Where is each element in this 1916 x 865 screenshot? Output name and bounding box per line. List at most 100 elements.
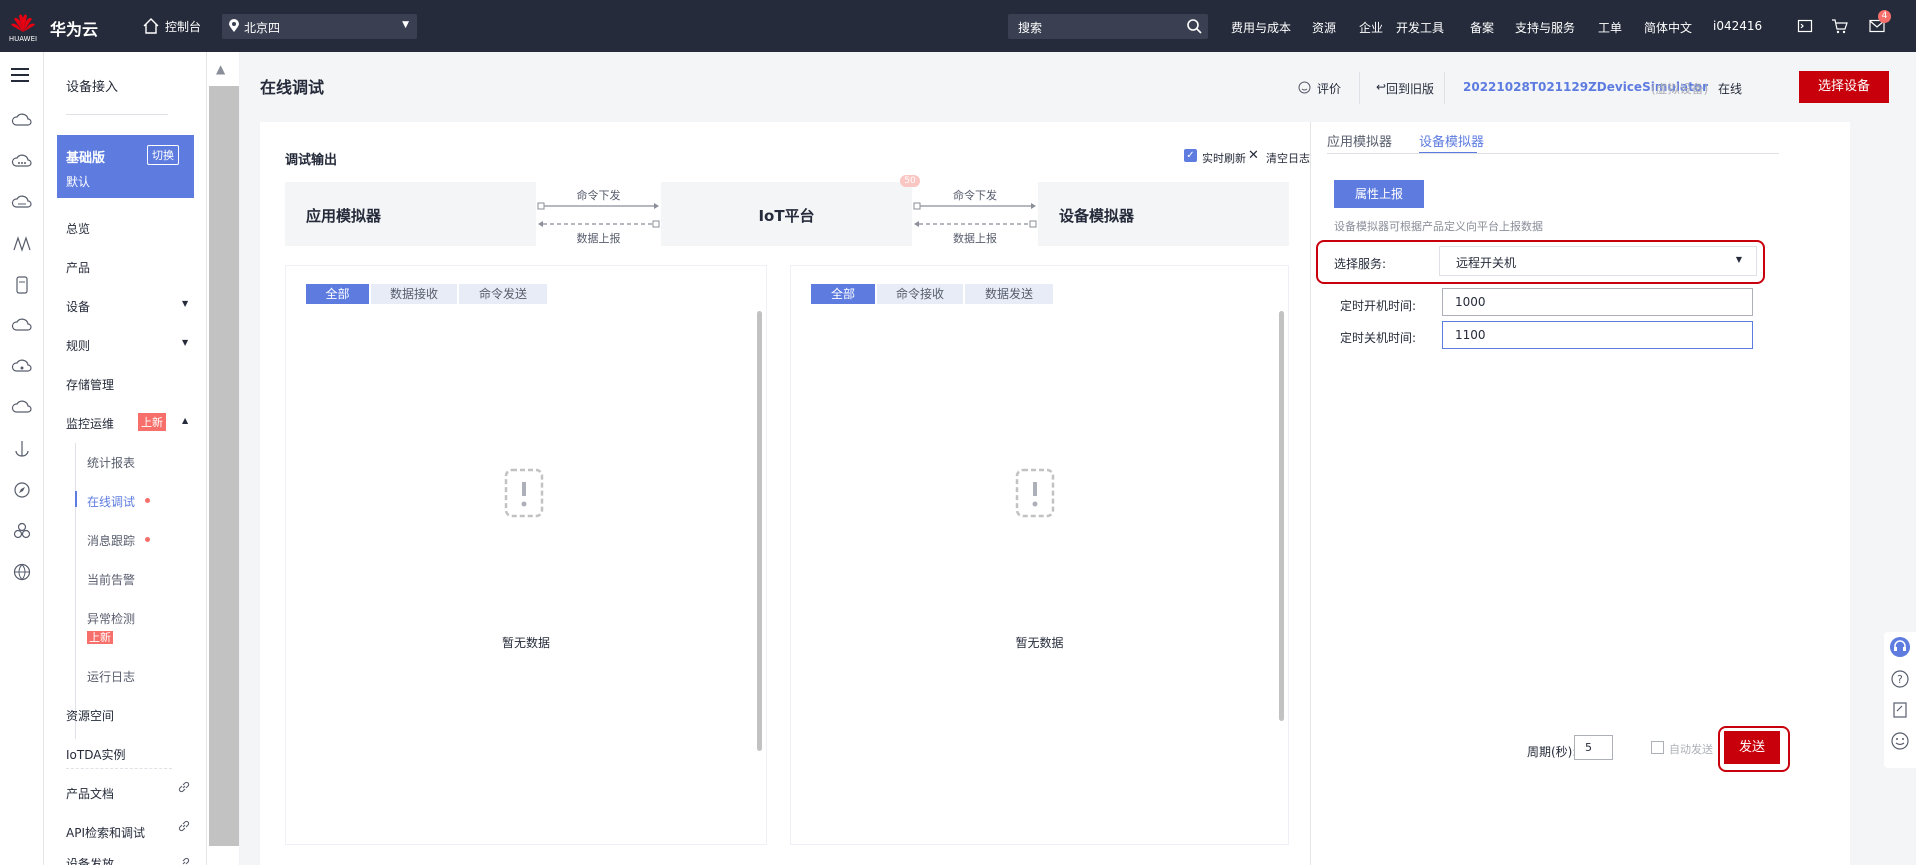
region-label: 北京四	[244, 21, 281, 35]
global-search-input[interactable]: 搜索	[1008, 14, 1208, 39]
sidebar-item-run-logs[interactable]: 运行日志	[87, 668, 135, 685]
empty-state-icon	[504, 468, 544, 518]
link-icon[interactable]	[178, 820, 190, 832]
cloud-sync-icon[interactable]	[11, 397, 33, 419]
device-log-panel: 全部 命令接收 数据发送 暂无数据	[790, 265, 1289, 845]
cloud-server-icon[interactable]	[11, 110, 33, 132]
empty-state-text: 暂无数据	[1015, 636, 1064, 650]
realtime-refresh-checkbox[interactable]: ✓	[1184, 149, 1197, 162]
tab-app-simulator[interactable]: 应用模拟器	[1327, 131, 1392, 150]
nav-filing[interactable]: 备案	[1470, 19, 1494, 36]
nav-language[interactable]: 简体中文	[1644, 19, 1692, 36]
anchor-icon[interactable]	[11, 438, 33, 460]
cluster-icon[interactable]	[11, 520, 33, 542]
chevron-down-icon[interactable]: ▼	[182, 338, 188, 347]
data-up-label: 数据上报	[953, 232, 997, 245]
nav-enterprise[interactable]: 企业	[1359, 19, 1383, 36]
chevron-down-icon[interactable]: ▼	[182, 299, 188, 308]
nav-cost[interactable]: 费用与成本	[1231, 19, 1291, 36]
cart-icon[interactable]	[1831, 18, 1848, 34]
network-icon[interactable]	[11, 233, 33, 255]
home-icon[interactable]	[142, 17, 160, 35]
sidebar-item-online-debug[interactable]: 在线调试	[87, 493, 135, 510]
new-badge: 上新	[138, 413, 166, 431]
help-icon[interactable]: ?	[1890, 669, 1910, 689]
close-icon[interactable]: ✕	[1248, 148, 1259, 163]
sidebar-item-api-explorer[interactable]: API检索和调试	[66, 824, 145, 841]
period-label: 周期(秒):	[1527, 745, 1577, 759]
sidebar-item-anomaly-detection[interactable]: 异常检测上新	[87, 610, 145, 647]
search-icon[interactable]	[1186, 18, 1202, 34]
nav-dev-tools[interactable]: 开发工具	[1396, 19, 1444, 36]
timer-on-input[interactable]: 1000	[1442, 288, 1753, 316]
nav-account[interactable]: i042416	[1713, 19, 1762, 33]
cloud-monitor-icon[interactable]	[11, 356, 33, 378]
switch-edition-button[interactable]: 切换	[147, 145, 179, 165]
link-icon[interactable]	[178, 857, 190, 865]
nav-resources[interactable]: 资源	[1312, 19, 1336, 36]
tab-device-simulator[interactable]: 设备模拟器	[1419, 131, 1484, 150]
console-link[interactable]: 控制台	[165, 18, 201, 35]
sidebar-item-storage[interactable]: 存储管理	[66, 376, 114, 393]
select-service-label: 选择服务:	[1334, 257, 1387, 271]
nav-ticket[interactable]: 工单	[1598, 19, 1622, 36]
app-simulator-node: 应用模拟器	[285, 182, 536, 246]
smile-icon[interactable]	[1298, 81, 1311, 94]
select-device-button[interactable]: 选择设备	[1799, 71, 1889, 103]
log-scrollbar[interactable]	[757, 311, 762, 751]
chevron-up-icon[interactable]: ▲	[182, 416, 188, 425]
tab-data-receive[interactable]: 数据接收	[371, 284, 457, 304]
chevron-up-icon[interactable]: ▲	[216, 62, 225, 76]
period-input[interactable]: 5	[1574, 735, 1613, 760]
sidebar-item-resource-space[interactable]: 资源空间	[66, 707, 114, 724]
sidebar-item-monitoring[interactable]: 监控运维	[66, 415, 114, 432]
cloud-database-icon[interactable]	[11, 192, 33, 214]
back-arrow-icon: ↩	[1376, 80, 1387, 94]
log-scrollbar[interactable]	[1279, 311, 1284, 721]
feedback-smile-icon[interactable]	[1890, 731, 1910, 751]
back-to-old-version-link[interactable]: 回到旧版	[1386, 80, 1434, 97]
sidebar-item-device-provisioning[interactable]: 设备发放	[66, 858, 114, 865]
terminal-icon[interactable]	[1797, 18, 1813, 34]
feedback-link[interactable]: 评价	[1317, 80, 1341, 97]
dot-indicator	[145, 537, 150, 542]
property-report-button[interactable]: 属性上报	[1334, 180, 1424, 208]
sidebar-item-product-docs[interactable]: 产品文档	[66, 785, 114, 802]
menu-icon[interactable]	[11, 68, 29, 82]
auto-send-checkbox[interactable]	[1651, 741, 1664, 754]
cloud-service-icon[interactable]	[11, 151, 33, 173]
customer-service-icon[interactable]	[1890, 637, 1910, 657]
tab-command-receive[interactable]: 命令接收	[877, 284, 963, 304]
tab-all[interactable]: 全部	[811, 284, 875, 304]
tab-all[interactable]: 全部	[306, 284, 369, 304]
device-type-label: (虚拟设备)	[1651, 82, 1709, 96]
edit-note-icon[interactable]	[1890, 700, 1910, 720]
globe-icon[interactable]	[11, 561, 33, 583]
sidebar-item-device[interactable]: 设备	[66, 298, 90, 315]
huawei-logo[interactable]: HUAWEI	[8, 10, 38, 46]
chevron-down-icon: ▼	[1735, 255, 1742, 264]
clear-log-button[interactable]: 清空日志	[1266, 150, 1310, 166]
service-select[interactable]: 远程开关机 ▼	[1439, 246, 1757, 276]
tab-data-send[interactable]: 数据发送	[965, 284, 1053, 304]
send-button[interactable]: 发送	[1724, 731, 1780, 764]
storage-icon[interactable]	[11, 274, 33, 296]
compass-icon[interactable]	[11, 479, 33, 501]
sidebar-item-rules[interactable]: 规则	[66, 337, 90, 354]
sidebar-item-product[interactable]: 产品	[66, 259, 90, 276]
sidebar-item-iotda-instance[interactable]: IoTDA实例	[66, 746, 125, 763]
cloud-icon[interactable]	[11, 315, 33, 337]
sidebar-item-statistics[interactable]: 统计报表	[87, 454, 135, 471]
tab-command-send[interactable]: 命令发送	[459, 284, 547, 304]
sidebar-item-overview[interactable]: 总览	[66, 220, 90, 237]
sidebar-item-message-trace[interactable]: 消息跟踪	[87, 532, 135, 549]
empty-state-text: 暂无数据	[501, 636, 550, 650]
brand-name[interactable]: 华为云	[50, 16, 98, 40]
nav-support[interactable]: 支持与服务	[1515, 19, 1575, 36]
edition-card[interactable]: 基础版 切换 默认	[57, 135, 194, 198]
timer-off-input[interactable]: 1100	[1442, 321, 1753, 349]
sidebar-scrollbar[interactable]	[209, 86, 239, 846]
link-icon[interactable]	[178, 781, 190, 793]
sidebar-item-alarms[interactable]: 当前告警	[87, 571, 135, 588]
region-selector[interactable]: 北京四 ▼	[222, 14, 417, 39]
